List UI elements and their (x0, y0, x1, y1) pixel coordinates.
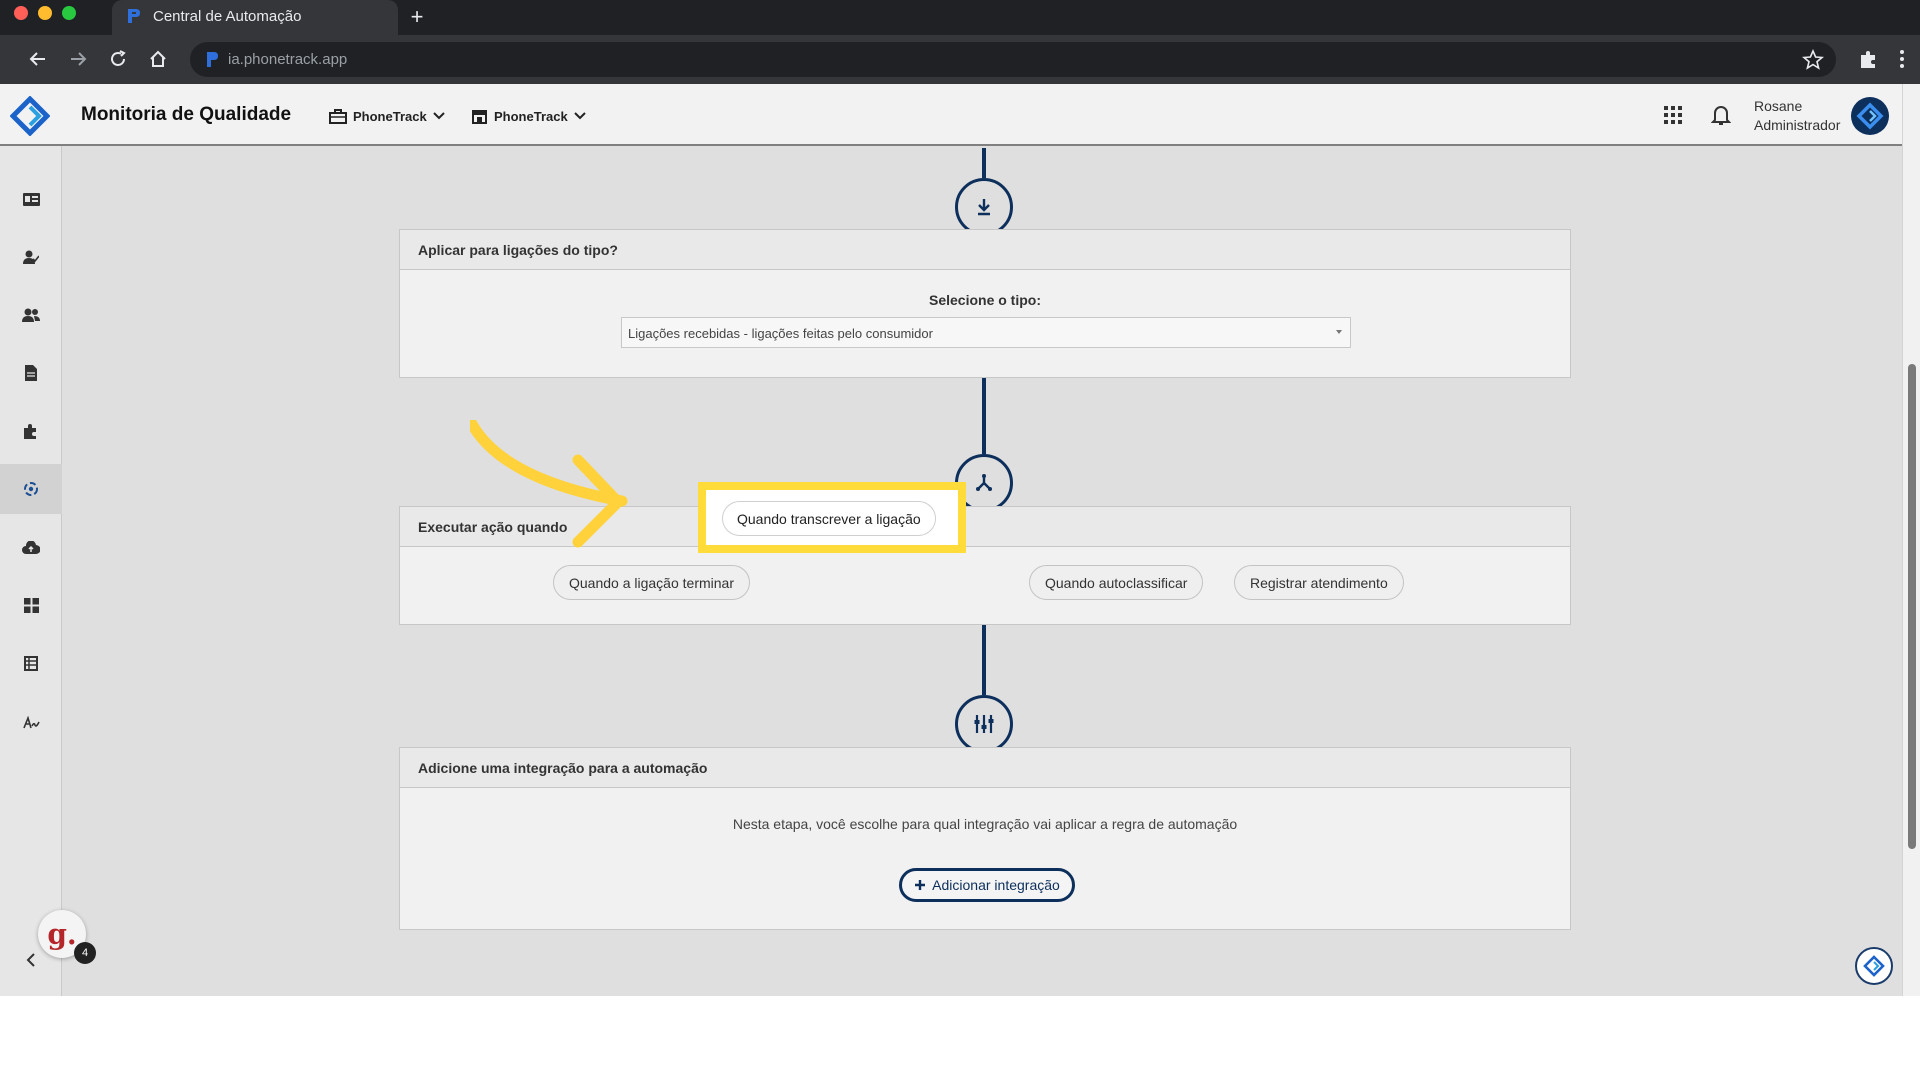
sidebar-item-signature[interactable] (0, 698, 62, 748)
browser-toolbar: ia.phonetrack.app (0, 35, 1920, 84)
integration-description: Nesta etapa, você escolhe para qual inte… (732, 816, 1238, 832)
trigger-node (955, 178, 1013, 236)
sidebar-item-table[interactable] (0, 638, 62, 688)
company-selector-2[interactable]: PhoneTrack (471, 106, 586, 126)
add-integration-label: Adicionar integração (932, 877, 1060, 893)
maximize-window-button[interactable] (62, 6, 76, 20)
sidebar-item-users[interactable] (0, 290, 62, 340)
new-tab-button[interactable]: + (406, 4, 428, 30)
branch-split-icon (976, 474, 992, 491)
call-type-card-title: Aplicar para ligações do tipo? (400, 230, 1570, 270)
grid-icon (23, 597, 39, 613)
table-icon (24, 655, 38, 671)
download-arrow-icon (978, 199, 990, 216)
trigger-action-card: Executar ação quando Quando a ligação te… (399, 506, 1571, 625)
chevron-down-icon (432, 112, 445, 120)
signature-icon (22, 716, 40, 729)
url-text: ia.phonetrack.app (228, 51, 348, 68)
sidebar-item-agents[interactable] (0, 232, 62, 282)
company-selector-1[interactable]: PhoneTrack (329, 106, 445, 126)
sidebar-item-cloud[interactable] (0, 522, 62, 572)
user-name: Rosane (1754, 98, 1803, 114)
automation-flow: Aplicar para ligações do tipo? Selecione… (63, 148, 1902, 996)
highlight-callout: Quando transcrever a ligação (698, 482, 966, 553)
flow-connector (982, 625, 986, 695)
app-header: Monitoria de Qualidade PhoneTrack PhoneT… (0, 84, 1902, 146)
home-icon[interactable] (144, 45, 172, 73)
trigger-action-card-title: Executar ação quando (400, 507, 1570, 547)
sidebar-item-modules[interactable] (0, 580, 62, 630)
site-icon (207, 52, 218, 67)
extensions-puzzle-icon[interactable] (1857, 47, 1881, 71)
support-chat-button[interactable] (1855, 947, 1893, 985)
plus-icon (915, 880, 926, 890)
page-scrollbar[interactable] (1902, 84, 1920, 996)
browser-tab-bar: Central de Automação + (0, 0, 1920, 35)
sliders-icon (974, 715, 994, 733)
sidebar-item-reports[interactable] (0, 348, 62, 398)
select-caret-icon (1336, 330, 1342, 334)
phonetrack-favicon-icon (128, 9, 140, 23)
call-type-select-value: Ligações recebidas - ligações feitas pel… (628, 326, 933, 341)
phonetrack-logo-icon[interactable] (10, 96, 50, 136)
user-role: Administrador (1754, 117, 1841, 133)
call-type-select[interactable]: Ligações recebidas - ligações feitas pel… (621, 317, 1351, 348)
forward-icon[interactable] (64, 45, 92, 73)
sidebar (0, 146, 62, 996)
automation-icon (24, 482, 38, 496)
option-register-service[interactable]: Registrar atendimento (1234, 565, 1404, 600)
tab-title: Central de Automação (153, 8, 302, 25)
add-integration-button[interactable]: Adicionar integração (899, 868, 1075, 902)
store-icon (472, 109, 487, 124)
avatar-logo-icon (1856, 102, 1884, 130)
sidebar-item-integrations[interactable] (0, 406, 62, 456)
chat-logo-icon (1863, 955, 1885, 977)
reload-icon[interactable] (104, 45, 132, 73)
sidebar-item-dashboard[interactable] (0, 174, 62, 224)
notifications-bell-icon[interactable] (1711, 104, 1731, 126)
collapse-sidebar-chevron-icon[interactable] (22, 951, 40, 969)
select-type-label: Selecione o tipo: (928, 292, 1041, 308)
puzzle-icon (24, 424, 36, 439)
user-avatar[interactable] (1851, 97, 1889, 135)
document-icon (25, 365, 37, 381)
page-title: Monitoria de Qualidade (81, 104, 292, 125)
briefcase-icon (329, 108, 347, 124)
company-selector-2-label: PhoneTrack (494, 108, 568, 124)
cloud-upload-icon (22, 540, 40, 554)
browser-tab[interactable]: Central de Automação (112, 0, 398, 35)
company-selector-1-label: PhoneTrack (353, 108, 427, 124)
option-call-ended[interactable]: Quando a ligação terminar (553, 565, 750, 600)
users-icon (22, 308, 40, 322)
user-check-icon (23, 250, 39, 264)
scrollbar-thumb[interactable] (1908, 364, 1916, 849)
chevron-down-icon (573, 112, 586, 120)
integration-card-title: Adicione uma integração para a automação (400, 748, 1570, 788)
back-icon[interactable] (24, 45, 52, 73)
flow-connector (982, 148, 986, 178)
flow-connector (982, 378, 986, 454)
screen: Central de Automação + ia.phonetrack.app (0, 0, 1920, 996)
call-type-card: Aplicar para ligações do tipo? Selecione… (399, 229, 1571, 378)
apps-grid-icon[interactable] (1664, 106, 1682, 124)
option-call-transcribed[interactable]: Quando transcrever a ligação (722, 501, 936, 536)
minimize-window-button[interactable] (38, 6, 52, 20)
integration-card: Adicione uma integração para a automação… (399, 747, 1571, 930)
id-card-icon (22, 192, 40, 206)
option-autoclassify[interactable]: Quando autoclassificar (1029, 565, 1204, 600)
address-bar[interactable]: ia.phonetrack.app (190, 42, 1836, 77)
sidebar-item-automation[interactable] (0, 464, 62, 514)
integration-node (955, 695, 1013, 753)
close-window-button[interactable] (14, 6, 28, 20)
bookmark-star-icon[interactable] (1802, 49, 1824, 71)
browser-menu-icon[interactable] (1896, 47, 1908, 71)
